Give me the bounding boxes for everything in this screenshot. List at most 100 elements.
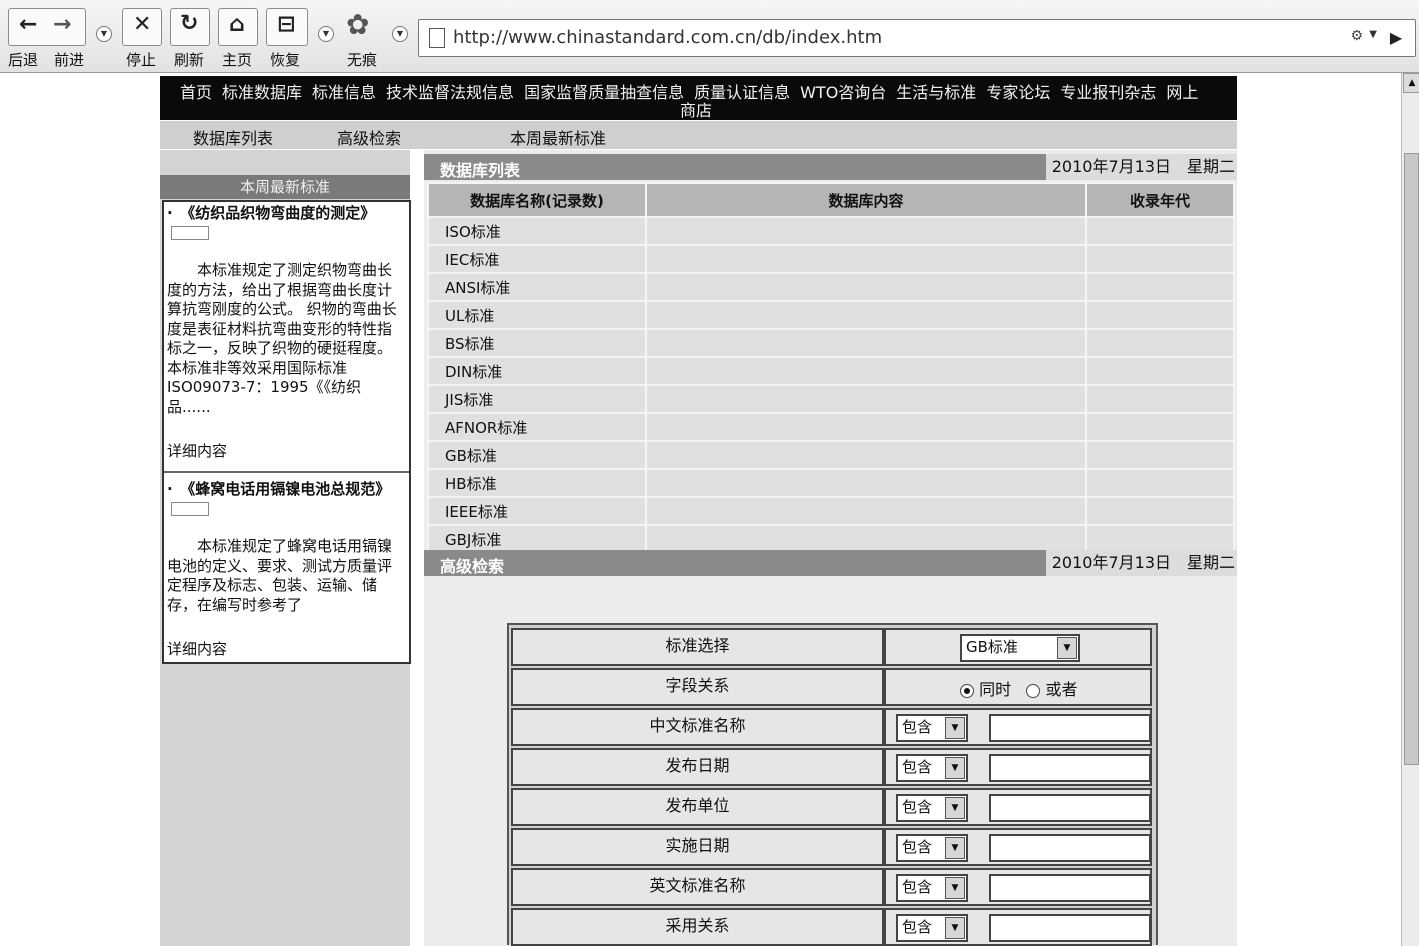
- search-field-rows: 中文标准名称 包含 ▼ 发布日期 包含 ▼ 发布单位 包含 ▼ 实施日期 包含 ▼ 英文标准名称 包含 ▼ 采…: [509, 705, 1156, 946]
- db-name-cell[interactable]: DIN标准: [427, 356, 647, 386]
- subnav-db-list[interactable]: 数据库列表: [193, 125, 273, 149]
- nav-item[interactable]: 技术监督法规信息: [386, 83, 514, 102]
- field-text-input[interactable]: [989, 794, 1151, 822]
- article-2-title-text[interactable]: · 《蜂窝电话用镉镍电池总规范》: [167, 480, 390, 498]
- subnav-advanced-search[interactable]: 高级检索: [337, 125, 401, 149]
- article-1-badge: [171, 226, 209, 240]
- db-content-cell: [645, 300, 1087, 330]
- chevron-down-icon[interactable]: ▼: [945, 837, 965, 859]
- article-1-more-link[interactable]: 详细内容: [167, 440, 227, 461]
- field-input-cell: 包含 ▼: [884, 828, 1152, 866]
- operator-select[interactable]: 包含 ▼: [896, 754, 968, 782]
- nav-item[interactable]: 专家论坛: [986, 83, 1050, 102]
- operator-select[interactable]: 包含 ▼: [896, 714, 968, 742]
- vertical-scrollbar[interactable]: ▲: [1401, 73, 1419, 946]
- nav-item[interactable]: 生活与标准: [896, 83, 976, 102]
- nav-item-shop-wrap[interactable]: 商店: [680, 97, 712, 121]
- article-2-more-link[interactable]: 详细内容: [167, 638, 227, 659]
- back-arrow-icon[interactable]: ←: [19, 12, 37, 37]
- standard-select-value: GB标准: [966, 638, 1018, 656]
- forward-arrow-icon[interactable]: →: [53, 12, 71, 37]
- table-row: ISO标准: [427, 216, 1235, 246]
- restore-button[interactable]: ⊟: [266, 8, 308, 46]
- forward-button-label[interactable]: 前进: [54, 49, 84, 70]
- refresh-button-label[interactable]: 刷新: [174, 49, 204, 70]
- stop-button[interactable]: ✕: [122, 8, 162, 46]
- chevron-down-icon[interactable]: ▼: [945, 877, 965, 899]
- field-label: 中文标准名称: [511, 708, 884, 746]
- stop-button-label[interactable]: 停止: [126, 49, 156, 70]
- radio-or-label[interactable]: 或者: [1045, 680, 1077, 699]
- chevron-down-icon[interactable]: ▼: [945, 717, 965, 739]
- nav-item[interactable]: 专业报刊杂志: [1060, 83, 1156, 102]
- nav-item[interactable]: 国家监督质量抽查信息: [524, 83, 684, 102]
- db-name-cell[interactable]: IEC标准: [427, 244, 647, 274]
- field-text-input[interactable]: [989, 754, 1151, 782]
- address-url[interactable]: http://www.chinastandard.com.cn/db/index…: [453, 27, 882, 48]
- incognito-button-label[interactable]: 无痕: [347, 49, 377, 70]
- article-divider: [164, 471, 409, 473]
- table-row: AFNOR标准: [427, 412, 1235, 442]
- chevron-down-icon[interactable]: ▼: [945, 797, 965, 819]
- home-button-label[interactable]: 主页: [222, 49, 252, 70]
- go-arrow-icon[interactable]: ▶: [1385, 27, 1407, 49]
- stop-x-icon: ✕: [133, 12, 152, 37]
- db-name-cell[interactable]: AFNOR标准: [427, 412, 647, 442]
- refresh-button[interactable]: ↻: [170, 8, 210, 46]
- radio-or[interactable]: [1026, 683, 1041, 698]
- nav-item[interactable]: 标准信息: [312, 83, 376, 102]
- db-name-cell[interactable]: GBJ标准: [427, 524, 647, 554]
- nav-item[interactable]: 首页: [180, 83, 212, 102]
- radio-and[interactable]: [960, 683, 974, 698]
- table-row: DIN标准: [427, 356, 1235, 386]
- nav-item[interactable]: 网上: [1166, 83, 1198, 102]
- db-name-cell[interactable]: JIS标准: [427, 384, 647, 414]
- operator-select[interactable]: 包含 ▼: [896, 794, 968, 822]
- operator-value: 包含: [902, 878, 933, 896]
- paw-print-icon[interactable]: ✿: [346, 8, 369, 41]
- col-db-content: 数据库内容: [645, 182, 1087, 218]
- scroll-up-icon[interactable]: ▲: [1403, 73, 1419, 93]
- field-input-cell: 包含 ▼: [884, 788, 1152, 826]
- article-1-title[interactable]: · 《纺织品织物弯曲度的测定》: [167, 204, 403, 243]
- home-button[interactable]: ⌂: [218, 8, 258, 46]
- article-1-title-text[interactable]: · 《纺织品织物弯曲度的测定》: [167, 204, 375, 222]
- scroll-thumb[interactable]: [1404, 153, 1419, 765]
- chevron-down-icon[interactable]: ▼: [945, 757, 965, 779]
- chevron-down-icon[interactable]: ▼: [945, 917, 965, 939]
- article-1: · 《纺织品织物弯曲度的测定》 本标准规定了测定织物弯曲长度的方法，给出了根据弯…: [167, 204, 403, 417]
- db-name-cell[interactable]: GB标准: [427, 440, 647, 470]
- field-text-input[interactable]: [989, 874, 1151, 902]
- address-dropdown-icon[interactable]: ▼: [1369, 29, 1377, 40]
- db-content-cell: [645, 468, 1087, 498]
- nav-item[interactable]: WTO咨询台: [800, 83, 886, 102]
- back-button-label[interactable]: 后退: [8, 49, 38, 70]
- db-name-cell[interactable]: HB标准: [427, 468, 647, 498]
- form-row-field: 中文标准名称 包含 ▼: [509, 705, 1156, 746]
- db-name-cell[interactable]: BS标准: [427, 328, 647, 358]
- operator-select[interactable]: 包含 ▼: [896, 834, 968, 862]
- article-2-title[interactable]: · 《蜂窝电话用镉镍电池总规范》: [167, 480, 403, 519]
- field-text-input[interactable]: [989, 714, 1151, 742]
- db-name-cell[interactable]: ANSI标准: [427, 272, 647, 302]
- nav-item[interactable]: 标准数据库: [222, 83, 302, 102]
- history-dropdown-icon[interactable]: ▼: [96, 26, 112, 42]
- standard-select[interactable]: GB标准 ▼: [960, 634, 1080, 662]
- address-bar[interactable]: http://www.chinastandard.com.cn/db/index…: [418, 19, 1416, 57]
- db-name-cell[interactable]: IEEE标准: [427, 496, 647, 526]
- db-list-header: 数据库列表 2010年7月13日 星期二: [424, 154, 1237, 180]
- field-text-input[interactable]: [989, 834, 1151, 862]
- radio-and-label[interactable]: 同时: [979, 680, 1011, 699]
- db-name-cell[interactable]: ISO标准: [427, 216, 647, 246]
- field-text-input[interactable]: [989, 914, 1151, 942]
- db-content-cell: [645, 440, 1087, 470]
- operator-select[interactable]: 包含 ▼: [896, 874, 968, 902]
- incognito-dropdown-icon[interactable]: ▼: [392, 26, 408, 42]
- restore-dropdown-icon[interactable]: ▼: [318, 26, 334, 42]
- chevron-down-icon[interactable]: ▼: [1057, 637, 1077, 659]
- operator-select[interactable]: 包含 ▼: [896, 914, 968, 942]
- db-name-cell[interactable]: UL标准: [427, 300, 647, 330]
- feed-icon[interactable]: ⚙: [1350, 28, 1363, 44]
- subnav-weekly-standards[interactable]: 本周最新标准: [510, 125, 606, 149]
- restore-button-label[interactable]: 恢复: [270, 49, 300, 70]
